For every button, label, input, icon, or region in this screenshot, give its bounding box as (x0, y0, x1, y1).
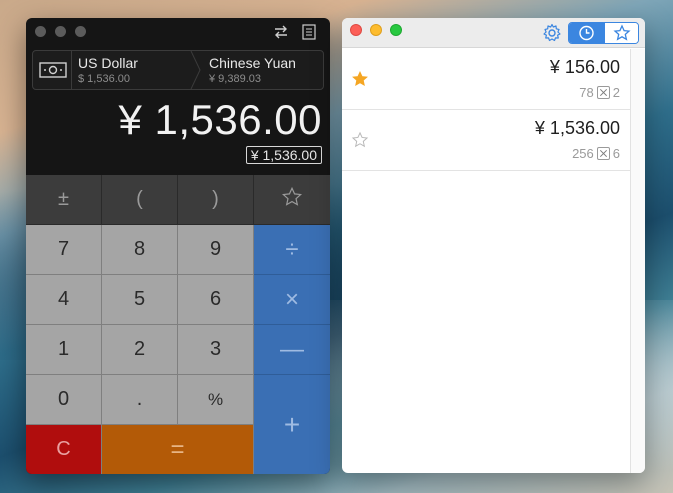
decimal-point-key[interactable]: . (102, 375, 178, 425)
expression-left: 78 (579, 85, 594, 100)
minus-key[interactable]: — (254, 325, 330, 375)
history-row[interactable]: ¥ 1,536.00 256 6 (342, 110, 630, 171)
clear-key[interactable]: C (26, 425, 102, 474)
expression-left: 256 (572, 146, 594, 161)
currency-divider (71, 51, 72, 89)
digit-5-key[interactable]: 5 (102, 275, 178, 325)
plus-minus-key[interactable]: ± (26, 175, 102, 225)
history-expression: 78 2 (579, 85, 620, 100)
close-button[interactable] (35, 26, 46, 37)
percent-key[interactable]: % (178, 375, 254, 425)
history-result: ¥ 1,536.00 (534, 118, 620, 138)
chevron-right-icon (190, 50, 202, 90)
open-paren-key[interactable]: ( (102, 175, 178, 225)
plus-key[interactable]: + (254, 375, 330, 474)
divide-key[interactable]: ÷ (254, 225, 330, 275)
history-window: ¥ 156.00 78 2 ¥ 1,536.00 256 6 (342, 18, 645, 473)
currency-to-amount: ¥ 9,389.03 (209, 73, 261, 85)
close-button[interactable] (350, 24, 362, 36)
history-expression: 256 6 (572, 146, 620, 161)
star-filled-icon[interactable] (351, 70, 369, 88)
expression-right: 2 (612, 85, 620, 100)
converted-display: ¥ 1,536.00 (245, 146, 322, 164)
history-titlebar (342, 18, 645, 48)
tape-list-icon[interactable] (302, 24, 316, 40)
history-tab[interactable] (569, 23, 604, 43)
currency-to-selector[interactable]: Chinese Yuan ¥ 9,389.03 (209, 54, 296, 86)
zoom-button[interactable] (75, 26, 86, 37)
zoom-button[interactable] (390, 24, 402, 36)
digit-6-key[interactable]: 6 (178, 275, 254, 325)
swap-currencies-icon[interactable] (272, 23, 290, 41)
main-display: ¥ 1,536.00 (118, 96, 322, 143)
currency-to-name: Chinese Yuan (209, 55, 296, 71)
digit-9-key[interactable]: 9 (178, 225, 254, 275)
digit-2-key[interactable]: 2 (102, 325, 178, 375)
digit-0-key[interactable]: 0 (26, 375, 102, 425)
currency-from-amount: $ 1,536.00 (78, 73, 130, 85)
currency-from-name: US Dollar (78, 55, 138, 71)
favorite-key[interactable] (254, 175, 330, 225)
multiply-key[interactable]: × (254, 275, 330, 325)
gear-icon[interactable] (542, 23, 562, 43)
keypad: ± ( ) 7 8 9 ÷ 4 5 6 × 1 2 3 — 0 . % + C … (26, 175, 330, 474)
digit-7-key[interactable]: 7 (26, 225, 102, 275)
history-row[interactable]: ¥ 156.00 78 2 (342, 49, 630, 110)
banknote-icon (39, 61, 67, 79)
clock-icon (579, 25, 594, 41)
star-outline-icon (613, 24, 631, 41)
digit-8-key[interactable]: 8 (102, 225, 178, 275)
digit-3-key[interactable]: 3 (178, 325, 254, 375)
favorites-tab[interactable] (604, 23, 638, 43)
currency-from-selector[interactable]: US Dollar $ 1,536.00 (78, 54, 138, 86)
calculator-titlebar (26, 18, 330, 46)
history-result: ¥ 156.00 (549, 57, 620, 77)
view-segmented-control (568, 22, 639, 44)
minimize-button[interactable] (370, 24, 382, 36)
currency-bar: US Dollar $ 1,536.00 Chinese Yuan ¥ 9,38… (32, 50, 324, 90)
multiply-icon (596, 147, 610, 160)
digit-4-key[interactable]: 4 (26, 275, 102, 325)
minimize-button[interactable] (55, 26, 66, 37)
close-paren-key[interactable]: ) (178, 175, 254, 225)
multiply-icon (596, 86, 610, 99)
star-outline-icon[interactable] (351, 131, 369, 149)
equals-key[interactable]: = (102, 425, 254, 474)
expression-right: 6 (612, 146, 620, 161)
star-outline-icon (281, 186, 303, 214)
history-list: ¥ 156.00 78 2 ¥ 1,536.00 256 6 (342, 49, 630, 473)
calculator-window: US Dollar $ 1,536.00 Chinese Yuan ¥ 9,38… (26, 18, 330, 474)
digit-1-key[interactable]: 1 (26, 325, 102, 375)
history-scrollbar[interactable] (630, 49, 645, 473)
